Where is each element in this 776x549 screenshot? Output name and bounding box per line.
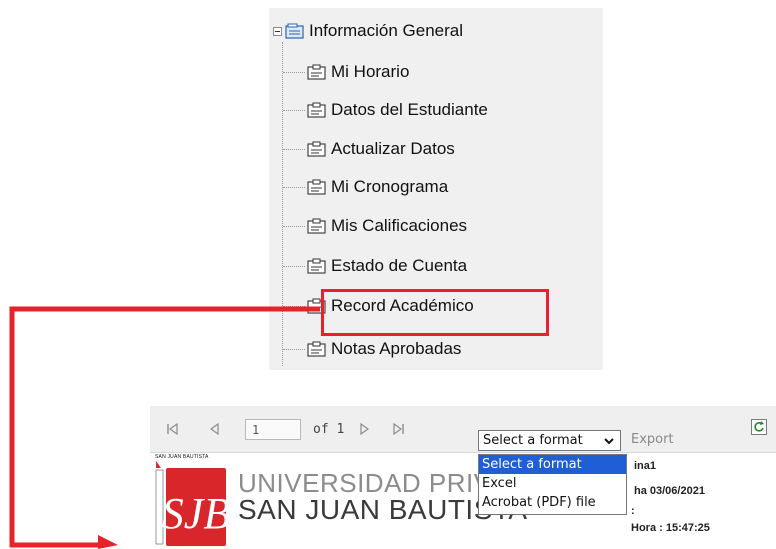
tree-item-datos-del-estudiante[interactable]: Datos del Estudiante [283,99,488,121]
highlight-box [321,289,549,336]
tree-item-label: Mi Cronograma [331,177,449,196]
next-page-icon[interactable] [357,422,371,436]
report-time-label: Hora : 15:47:25 [631,522,710,534]
report-toolbar: of 1 Select a format Export [150,406,776,453]
clipboard-icon [307,258,326,274]
page-number-input[interactable] [245,419,301,440]
previous-page-icon[interactable] [208,422,222,436]
tree-item-label: Datos del Estudiante [331,100,488,119]
report-colon: : [631,505,635,517]
tree-root-informacion-general[interactable]: Información General [273,20,463,42]
tree-item-mis-calificaciones[interactable]: Mis Calificaciones [283,215,467,237]
page-count-label: of 1 [313,422,345,437]
clipboard-icon [307,141,326,157]
tree-item-label: Estado de Cuenta [331,256,468,275]
university-logo: SJB [155,461,230,546]
report-page-label: ina1 [634,460,657,472]
tree-item-actualizar-datos[interactable]: Actualizar Datos [283,138,455,160]
format-option-select[interactable]: Select a format [479,455,626,474]
tree-item-label: Mi Horario [331,62,410,81]
clipboard-icon [307,64,326,80]
last-page-icon[interactable] [391,422,405,436]
first-page-icon[interactable] [166,422,180,436]
chevron-down-icon [604,438,614,445]
logo-letters: SJB [162,489,230,538]
clipboard-icon [307,218,326,234]
report-date-label: ha 03/06/2021 [634,485,705,497]
tree-item-mi-horario[interactable]: Mi Horario [283,61,409,83]
tree-item-mi-cronograma[interactable]: Mi Cronograma [283,176,448,198]
format-option-excel[interactable]: Excel [479,474,626,493]
tree-item-label: Mis Calificaciones [331,216,468,235]
format-option-pdf[interactable]: Acrobat (PDF) file [479,493,626,512]
tree-guide-line [282,42,283,366]
tree-item-estado-de-cuenta[interactable]: Estado de Cuenta [283,255,467,277]
clipboard-icon [307,179,326,195]
format-dropdown-list[interactable]: Select a format Excel Acrobat (PDF) file [478,454,627,515]
refresh-icon[interactable] [751,419,767,435]
export-format-select[interactable]: Select a format [478,430,621,451]
tree-item-notas-aprobadas[interactable]: Notas Aprobadas [283,338,461,360]
export-link[interactable]: Export [631,432,674,447]
tree-item-label: Notas Aprobadas [331,339,462,358]
collapse-icon[interactable] [273,26,282,36]
tree-item-label: Actualizar Datos [331,139,455,158]
clipboard-icon [307,341,326,357]
folder-icon [285,23,304,39]
report-viewer: of 1 Select a format Export SAN JUAN BAU… [150,406,776,549]
format-select-value: Select a format [483,433,583,448]
tree-root-label: Información General [309,21,464,40]
clipboard-icon [307,102,326,118]
